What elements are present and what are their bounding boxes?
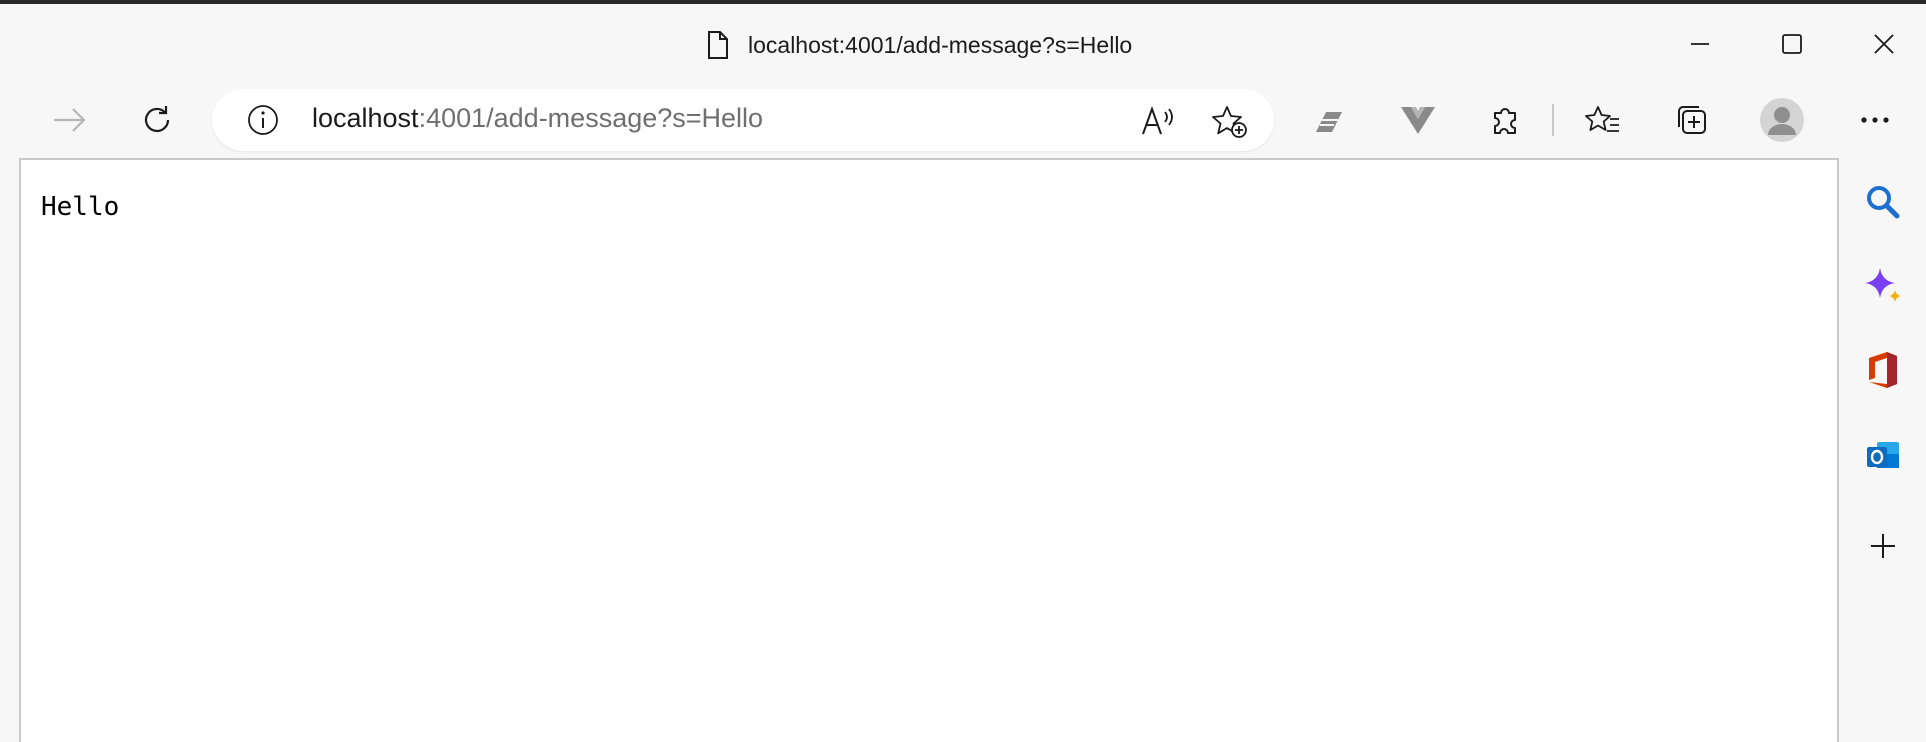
minimize-icon bbox=[1689, 33, 1711, 55]
favorites-icon bbox=[1585, 104, 1621, 136]
page-icon bbox=[706, 30, 730, 60]
collections-icon bbox=[1674, 103, 1710, 137]
maximize-button[interactable] bbox=[1760, 20, 1824, 68]
page-content: Hello bbox=[19, 158, 1839, 742]
refresh-icon bbox=[140, 103, 174, 137]
toolbar-separator bbox=[1552, 104, 1554, 136]
more-menu-button[interactable] bbox=[1849, 94, 1901, 146]
edge-sidebar bbox=[1839, 158, 1926, 742]
add-favorite-button[interactable] bbox=[1208, 99, 1252, 143]
puzzle-icon bbox=[1489, 103, 1523, 137]
info-icon[interactable] bbox=[246, 103, 280, 137]
sidebar-search-button[interactable] bbox=[1861, 180, 1905, 224]
add-favorite-star-icon bbox=[1212, 104, 1248, 138]
profile-avatar-icon bbox=[1759, 97, 1805, 143]
sidebar-outlook-button[interactable] bbox=[1861, 434, 1905, 478]
plus-icon bbox=[1868, 531, 1898, 561]
sidebar-copilot-button[interactable] bbox=[1861, 264, 1905, 308]
quill-extension-button[interactable] bbox=[1303, 94, 1355, 146]
close-icon bbox=[1873, 33, 1895, 55]
url-text[interactable]: localhost:4001/add-message?s=Hello bbox=[312, 103, 763, 134]
address-bar[interactable]: localhost:4001/add-message?s=Hello bbox=[212, 89, 1274, 151]
vue-devtools-button[interactable] bbox=[1392, 94, 1444, 146]
browser-window: localhost:4001/add-message?s=Hello local… bbox=[0, 0, 1926, 742]
outlook-icon bbox=[1865, 438, 1901, 474]
collections-button[interactable] bbox=[1666, 94, 1718, 146]
browser-toolbar: localhost:4001/add-message?s=Hello bbox=[0, 84, 1926, 156]
sidebar-office-button[interactable] bbox=[1861, 348, 1905, 392]
forward-button[interactable] bbox=[44, 94, 96, 146]
page-body-text: Hello bbox=[41, 192, 120, 222]
read-aloud-button[interactable] bbox=[1136, 99, 1180, 143]
window-title: localhost:4001/add-message?s=Hello bbox=[706, 28, 1132, 62]
extensions-button[interactable] bbox=[1480, 94, 1532, 146]
refresh-button[interactable] bbox=[131, 94, 183, 146]
office-icon bbox=[1865, 350, 1901, 390]
more-dots-icon bbox=[1860, 116, 1890, 124]
sidebar-add-button[interactable] bbox=[1861, 524, 1905, 568]
title-bar: localhost:4001/add-message?s=Hello bbox=[0, 4, 1926, 80]
window-title-text: localhost:4001/add-message?s=Hello bbox=[748, 31, 1133, 58]
quill-extension-icon bbox=[1312, 104, 1346, 136]
read-aloud-icon bbox=[1141, 106, 1175, 136]
profile-button[interactable] bbox=[1756, 94, 1808, 146]
forward-arrow-icon bbox=[52, 106, 88, 134]
url-path: :4001/add-message?s=Hello bbox=[418, 103, 764, 133]
copilot-sparkle-icon bbox=[1863, 266, 1903, 306]
search-icon bbox=[1865, 184, 1901, 220]
vue-devtools-icon bbox=[1400, 105, 1436, 135]
close-button[interactable] bbox=[1852, 20, 1916, 68]
minimize-button[interactable] bbox=[1668, 20, 1732, 68]
maximize-icon bbox=[1781, 33, 1803, 55]
favorites-button[interactable] bbox=[1577, 94, 1629, 146]
url-host: localhost bbox=[312, 103, 419, 133]
